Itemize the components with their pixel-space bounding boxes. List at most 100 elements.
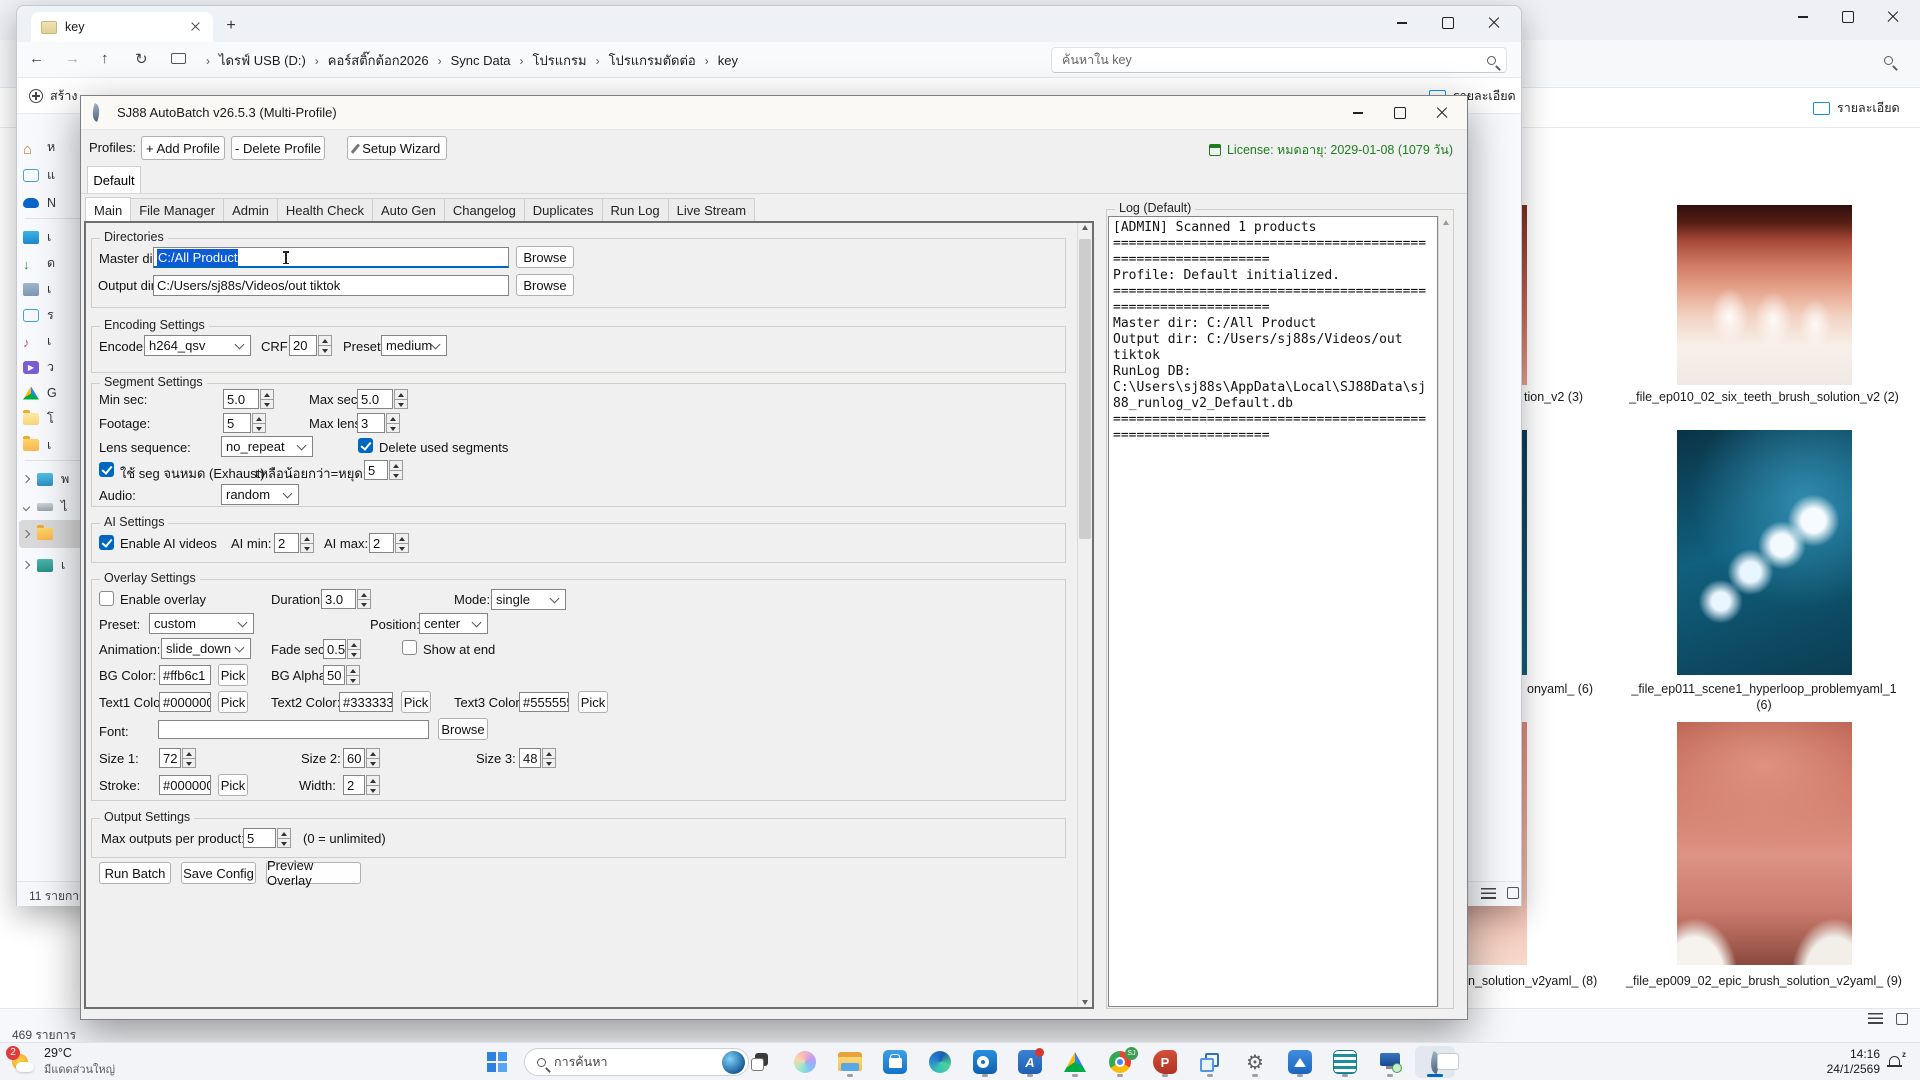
taskbar-icon-copilot[interactable] [785, 1046, 825, 1078]
file-label[interactable]: tion_v2 (3) [1524, 390, 1583, 404]
setup-wizard-button[interactable]: Setup Wizard [347, 136, 447, 160]
lens-sequence-select[interactable]: no_repeat [221, 436, 313, 457]
key-close-button[interactable] [1473, 8, 1515, 38]
encoder-select[interactable]: h264_qsv [144, 335, 251, 356]
audio-select[interactable]: random [221, 484, 299, 505]
up-nav-icon[interactable]: ↑ [101, 50, 109, 67]
search-input[interactable]: ค้นหาใน key [1051, 47, 1507, 73]
taskbar-icon-google-drive[interactable] [1055, 1046, 1095, 1078]
taskbar-icon-store[interactable] [875, 1046, 915, 1078]
master-dir-input[interactable]: C:/All Product [153, 247, 509, 268]
breadcrumb-item[interactable]: คอร์สติ๊กต้อก2026 [328, 50, 429, 71]
output-dir-input[interactable]: C:/Users/sj88s/Videos/out tiktok [153, 275, 509, 296]
add-profile-button[interactable]: + Add Profile [141, 136, 225, 160]
forward-nav-icon[interactable]: → [65, 50, 80, 67]
stroke-pick-button[interactable]: Pick [218, 774, 248, 796]
enable-ai-videos-checkbox[interactable] [99, 535, 114, 550]
scroll-down-arrow[interactable] [1082, 1000, 1088, 1005]
breadcrumb-item[interactable]: โปรแกรม [533, 50, 587, 71]
file-thumbnail-teeth[interactable] [1677, 205, 1852, 385]
grid-view-toggle-icon[interactable] [1896, 1013, 1908, 1025]
taskbar-icon-task-view[interactable] [740, 1046, 780, 1078]
bg-color-pick-button[interactable]: Pick [218, 664, 248, 686]
content-scrollbar[interactable] [1077, 223, 1092, 1007]
font-input[interactable] [158, 720, 429, 739]
taskbar-search[interactable]: การค้นหา [524, 1048, 749, 1076]
duration-input[interactable]: 3.0 [321, 589, 356, 609]
notification-bell-icon[interactable]: z [1886, 1053, 1904, 1071]
remain-stop-stepper[interactable] [389, 460, 403, 480]
app-maximize-button[interactable] [1379, 98, 1421, 128]
duration-stepper[interactable] [357, 589, 371, 609]
max-sec-input[interactable]: 5.0 [357, 389, 393, 409]
master-browse-button[interactable]: Browse [516, 246, 574, 268]
file-thumbnail-gums[interactable] [1677, 722, 1852, 965]
exhaust-checkbox[interactable] [99, 462, 114, 477]
breadcrumb-item[interactable]: โปรแกรมตัดต่อ [609, 50, 696, 71]
max-outputs-stepper[interactable] [277, 828, 291, 848]
text1-color-input[interactable]: #000000 [159, 692, 211, 712]
breadcrumb-item[interactable]: ไดรฟ์ USB (D:) [219, 50, 306, 71]
ai-max-input[interactable]: 2 [369, 533, 394, 553]
preview-overlay-button[interactable]: Preview Overlay [266, 862, 361, 884]
key-maximize-button[interactable] [1427, 8, 1469, 38]
explorer-tab-key[interactable]: key [31, 12, 213, 42]
text3-pick-button[interactable]: Pick [578, 691, 608, 713]
size2-stepper[interactable] [366, 748, 380, 768]
taskbar-icon-chrome[interactable]: SJ [1100, 1046, 1140, 1078]
stroke-width-input[interactable]: 2 [343, 775, 365, 795]
taskbar-icon-powerpoint[interactable]: P [1145, 1046, 1185, 1078]
new-tab-button[interactable]: + [221, 16, 241, 36]
size3-stepper[interactable] [542, 748, 556, 768]
size1-input[interactable]: 72 [159, 748, 181, 768]
app-minimize-button[interactable] [1337, 98, 1379, 128]
tab-close-icon[interactable] [189, 20, 203, 34]
taskbar-icon-notes[interactable] [1325, 1046, 1365, 1078]
file-thumbnail-xray[interactable] [1677, 430, 1852, 675]
fade-sec-stepper[interactable] [347, 639, 361, 659]
ai-max-stepper[interactable] [395, 533, 409, 553]
back-details-button[interactable]: รายละเอียด [1813, 94, 1917, 122]
size1-stepper[interactable] [182, 748, 196, 768]
back-close-button[interactable] [1872, 2, 1914, 32]
mode-select[interactable]: single [491, 589, 566, 610]
overlay-preset-select[interactable]: custom [149, 613, 254, 634]
min-sec-input[interactable]: 5.0 [223, 389, 259, 409]
log-scroll-up-arrow[interactable] [1443, 220, 1449, 225]
size3-input[interactable]: 48 [519, 748, 541, 768]
delete-used-segments-checkbox[interactable] [358, 438, 373, 453]
run-batch-button[interactable]: Run Batch [99, 862, 171, 884]
taskbar-icon-anydesk[interactable] [1280, 1046, 1320, 1078]
tray-keyboard-icon[interactable] [1437, 1053, 1459, 1070]
taskbar-icon-edge[interactable] [920, 1046, 960, 1078]
taskbar-icon-snipping-tool[interactable] [1190, 1046, 1230, 1078]
crf-stepper[interactable] [318, 335, 332, 356]
taskbar-icon-settings[interactable]: ⚙ [1235, 1046, 1275, 1078]
fade-sec-input[interactable]: 0.5 [323, 639, 346, 659]
file-label[interactable]: _file_ep009_02_epic_brush_solution_v2yam… [1604, 974, 1920, 988]
remain-stop-input[interactable]: 5 [364, 460, 388, 480]
text3-color-input[interactable]: #555555 [519, 692, 569, 712]
breadcrumb-item[interactable]: Sync Data [451, 53, 511, 68]
list-view-toggle-icon[interactable] [1481, 888, 1496, 899]
max-outputs-input[interactable]: 5 [243, 828, 276, 848]
text2-pick-button[interactable]: Pick [401, 691, 431, 713]
show-at-end-checkbox[interactable] [402, 640, 417, 655]
file-label[interactable]: n_solution_v2yaml_ (8) [1468, 974, 1597, 988]
start-button[interactable] [477, 1046, 517, 1078]
refresh-icon[interactable]: ↻ [135, 50, 148, 68]
delete-profile-button[interactable]: - Delete Profile [231, 136, 325, 160]
footage-input[interactable]: 5 [223, 413, 251, 433]
max-lens-stepper[interactable] [386, 413, 400, 433]
position-select[interactable]: center [419, 613, 488, 634]
taskbar-icon-file-explorer[interactable] [830, 1046, 870, 1078]
max-sec-stepper[interactable] [394, 389, 408, 409]
file-label[interactable]: _file_ep010_02_six_teeth_brush_solution_… [1604, 390, 1920, 404]
profile-tab-default[interactable]: Default [87, 166, 141, 193]
text2-color-input[interactable]: #333333 [339, 692, 393, 712]
taskbar-icon-design-tool[interactable]: A [1010, 1046, 1050, 1078]
taskbar-icon-remote-pc[interactable] [1370, 1046, 1410, 1078]
back-search-icon[interactable] [1884, 56, 1893, 65]
breadcrumb-item-current[interactable]: key [718, 53, 738, 68]
tray-clock[interactable]: 14:16 24/1/2569 [1812, 1047, 1880, 1077]
